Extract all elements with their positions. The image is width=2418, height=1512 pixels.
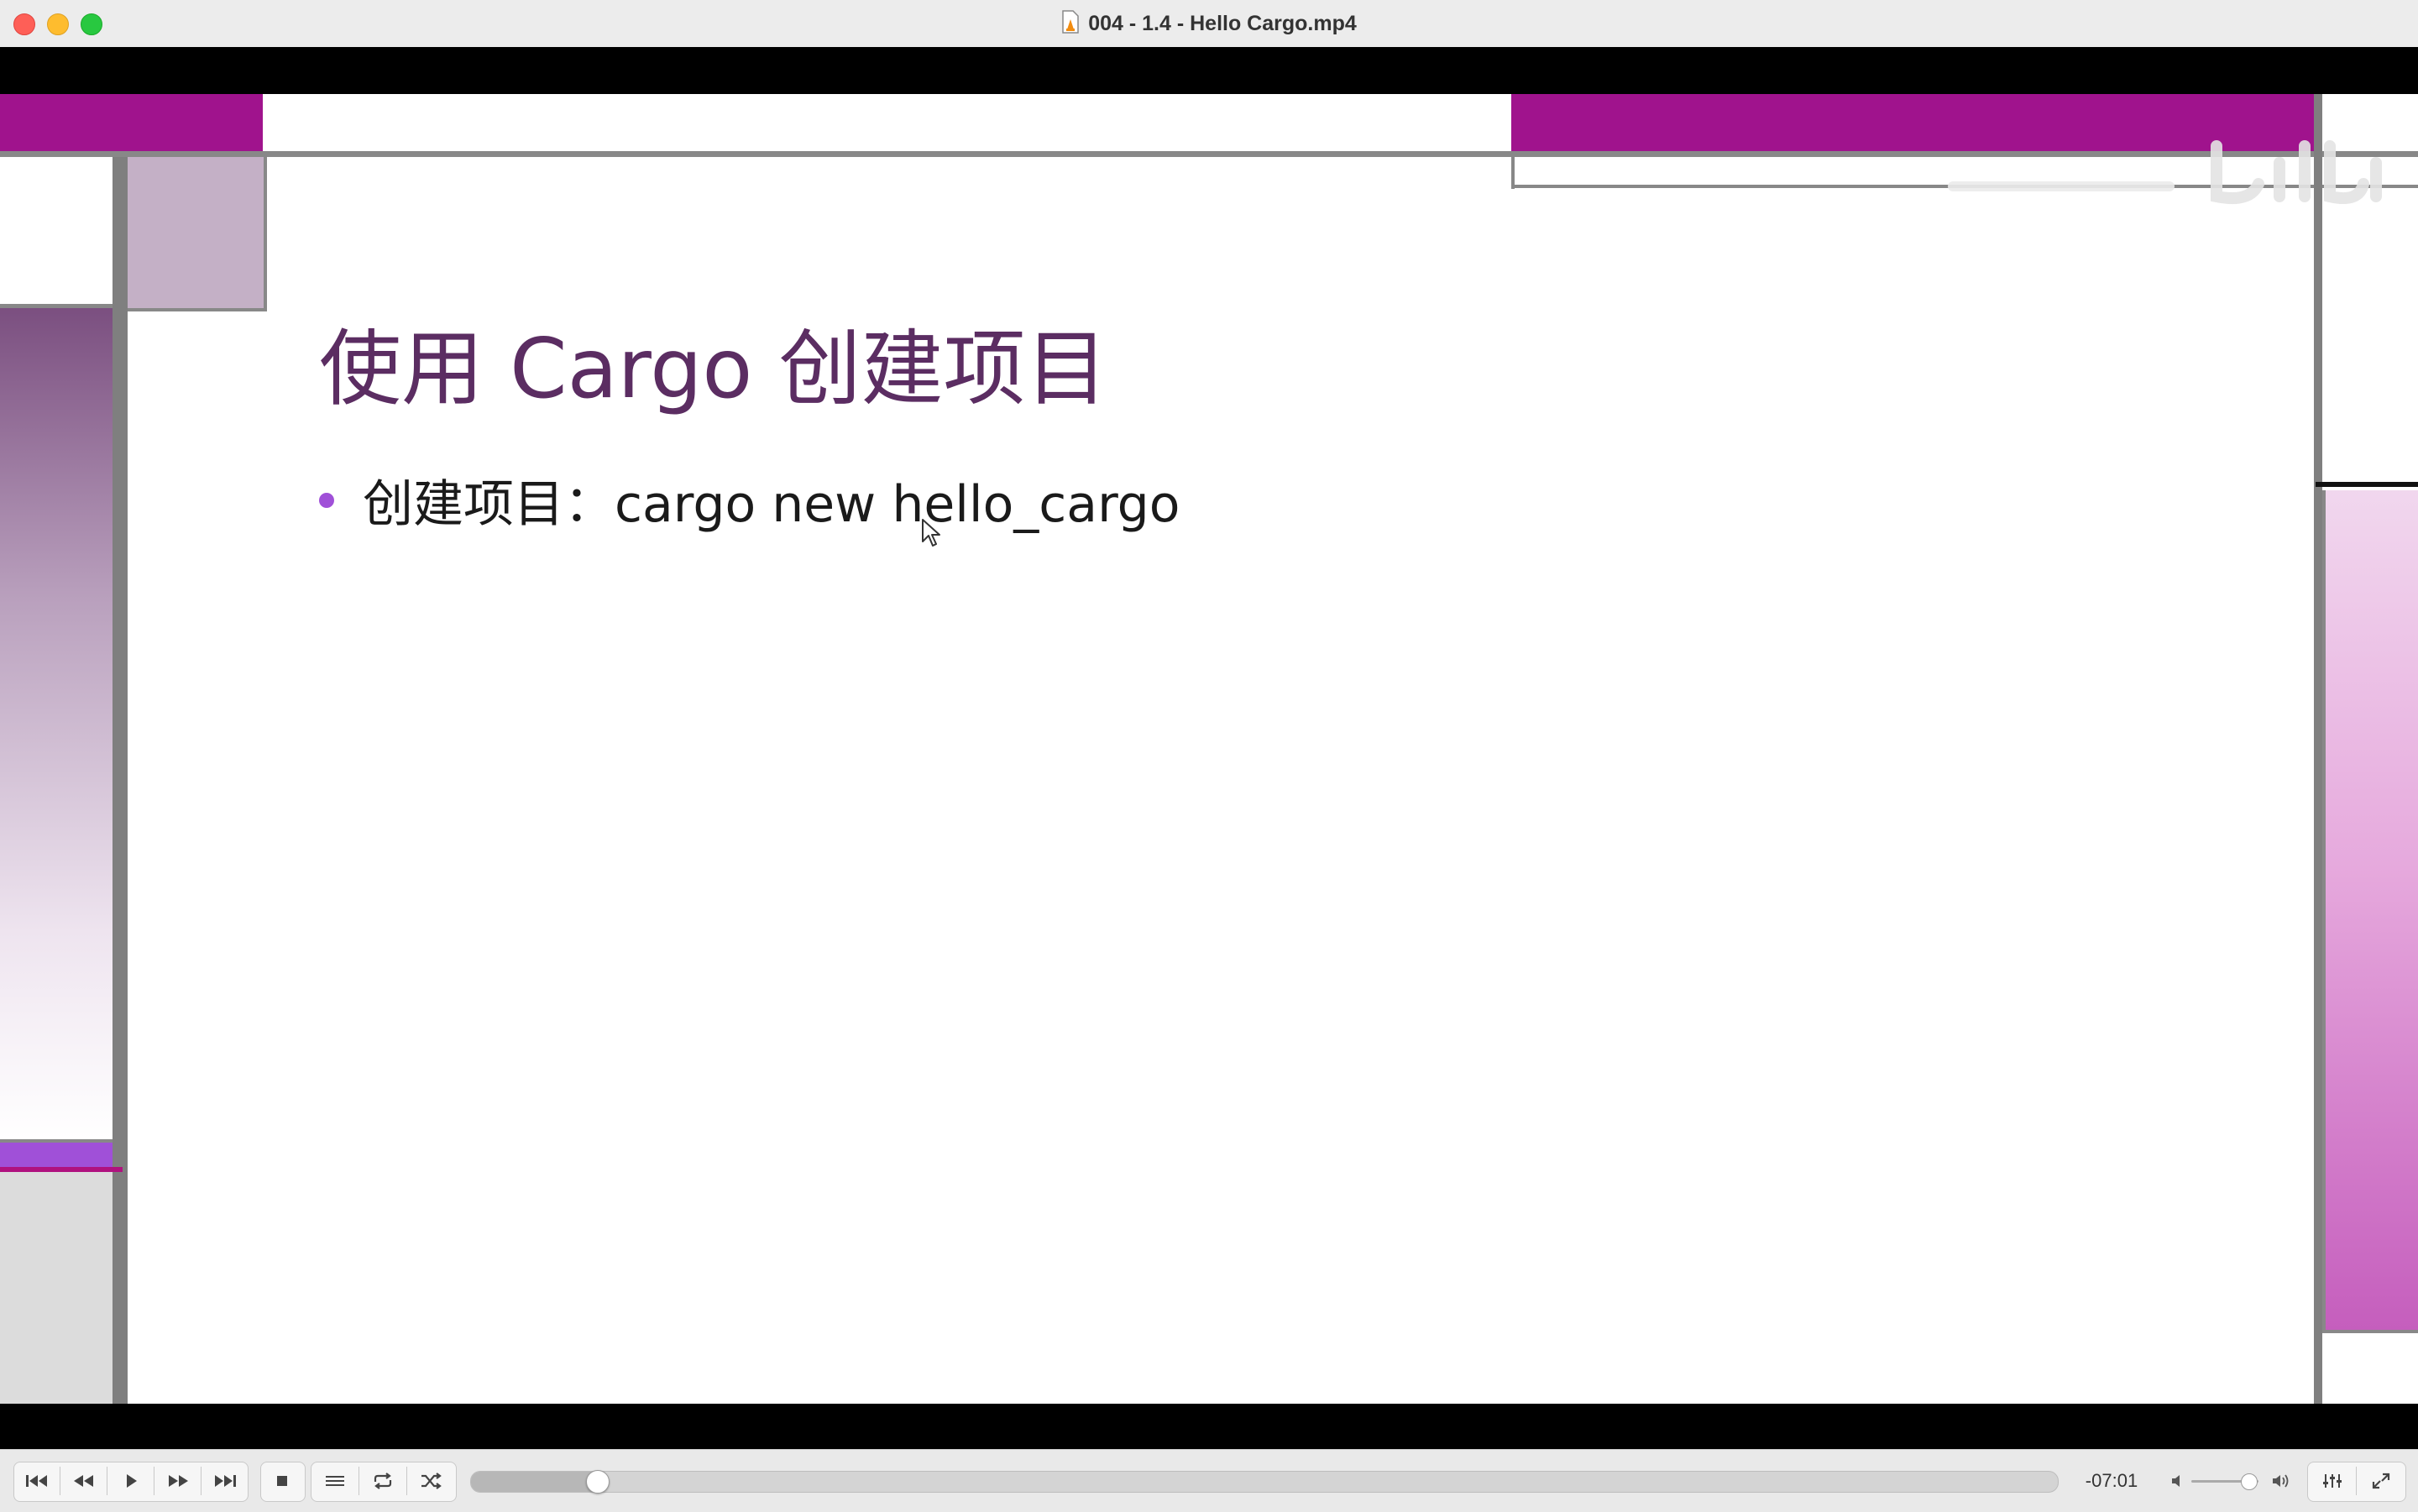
slide-decor-gradient: [2322, 490, 2418, 1333]
time-remaining[interactable]: -07:01: [2074, 1470, 2149, 1492]
play-icon[interactable]: [111, 1465, 151, 1497]
video-file-icon: [1061, 9, 1080, 38]
slide-decor-block: [0, 1172, 113, 1404]
equalizer-icon[interactable]: [2312, 1465, 2353, 1497]
fast-forward-icon[interactable]: [158, 1465, 198, 1497]
slide-decor-gradient: [0, 308, 113, 1139]
skip-back-icon[interactable]: [17, 1465, 57, 1497]
stop-icon[interactable]: [262, 1465, 302, 1497]
skip-forward-icon[interactable]: [205, 1465, 245, 1497]
playlist-icon[interactable]: [315, 1465, 355, 1497]
bullet-dot-icon: [319, 492, 334, 508]
watermark-logo: [1948, 138, 2384, 213]
slide-decor-bar: [0, 94, 263, 151]
volume-mute-icon[interactable]: [2169, 1472, 2188, 1494]
repeat-icon[interactable]: [363, 1465, 403, 1497]
volume-handle[interactable]: [2241, 1473, 2258, 1490]
shuffle-icon[interactable]: [411, 1465, 451, 1497]
fullscreen-icon[interactable]: [2361, 1465, 2401, 1497]
mouse-cursor-icon: [921, 518, 941, 552]
playback-control-bar: -07:01: [0, 1449, 2418, 1512]
window-title: 004 - 1.4 - Hello Cargo.mp4: [1088, 11, 1357, 35]
progress-slider[interactable]: [470, 1471, 2059, 1493]
slide-title: 使用 Cargo 创建项目: [319, 322, 1108, 417]
slide-bullet-list: 创建项目：cargo new hello_cargo: [319, 463, 1180, 536]
progress-fill: [471, 1472, 599, 1492]
slide-decor-border: [113, 157, 128, 1404]
bullet-text: 创建项目：cargo new hello_cargo: [363, 475, 1180, 534]
slide-decor-block: [128, 157, 267, 311]
volume-max-icon[interactable]: [2270, 1472, 2292, 1494]
slide-decor-accent: [0, 1143, 113, 1168]
progress-handle[interactable]: [586, 1470, 610, 1494]
slide-decor-border: [2314, 94, 2322, 1404]
rewind-icon[interactable]: [64, 1465, 104, 1497]
slide-frame: 使用 Cargo 创建项目 创建项目：cargo new hello_cargo: [0, 94, 2418, 1404]
slide-decor-line: [2316, 482, 2418, 487]
window-titlebar: 004 - 1.4 - Hello Cargo.mp4: [0, 0, 2418, 48]
list-item: 创建项目：cargo new hello_cargo: [319, 463, 1180, 536]
